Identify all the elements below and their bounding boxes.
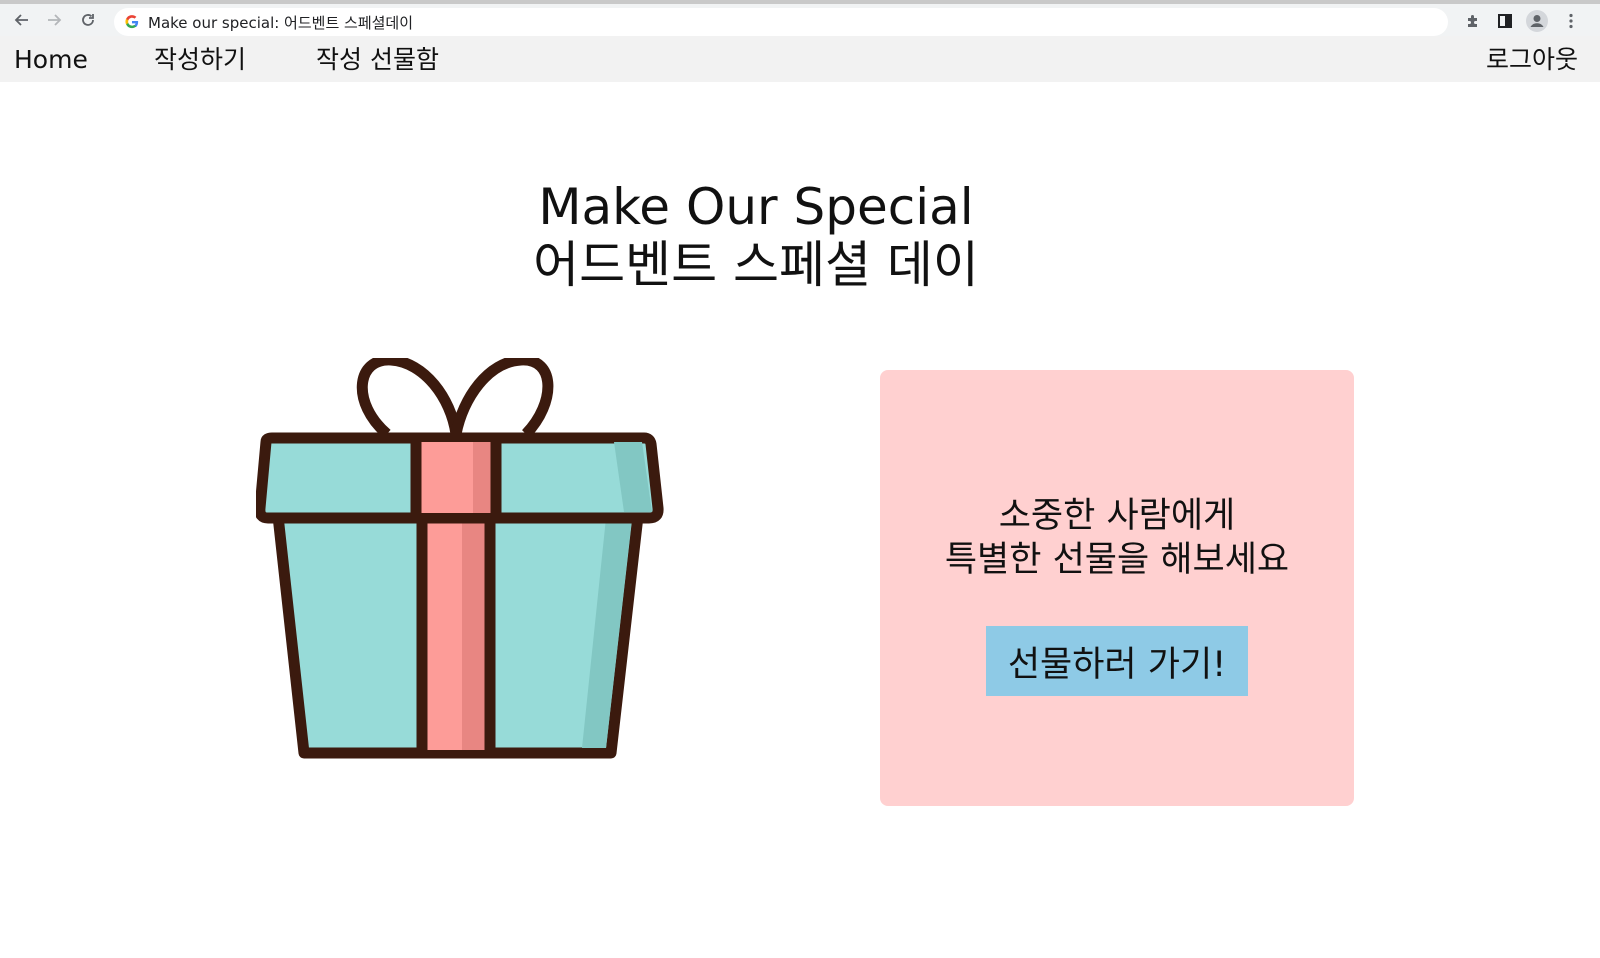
- gift-cta-card: 소중한 사람에게 특별한 선물을 해보세요 선물하러 가기!: [880, 370, 1354, 806]
- page-title-in-address-bar: Make our special: 어드벤트 스페셜데이: [148, 13, 414, 32]
- arrow-right-icon: [48, 14, 62, 26]
- side-panel-icon: [1498, 14, 1512, 28]
- go-gift-button[interactable]: 선물하러 가기!: [986, 626, 1248, 696]
- extensions-button[interactable]: [1462, 10, 1484, 32]
- browser-menu-button[interactable]: [1560, 10, 1582, 32]
- site-navbar: Home 작성하기 작성 선물함 로그아웃: [0, 36, 1600, 82]
- extension-puzzle-icon: [1468, 15, 1477, 27]
- profile-button[interactable]: [1526, 10, 1548, 32]
- nav-write-link[interactable]: 작성하기: [154, 44, 246, 76]
- reload-icon: [82, 14, 94, 26]
- gift-box-illustration: [256, 358, 664, 759]
- browser-toolbar: Make our special: 어드벤트 스페셜데이: [0, 4, 1600, 36]
- back-button[interactable]: [10, 8, 34, 32]
- cta-message: 소중한 사람에게 특별한 선물을 해보세요: [880, 494, 1354, 582]
- cta-message-line2: 특별한 선물을 해보세요: [944, 540, 1290, 580]
- google-icon: [124, 14, 140, 30]
- hero-title-korean: 어드벤트 스페셜 데이: [533, 236, 979, 294]
- cta-message-line1: 소중한 사람에게: [998, 496, 1236, 536]
- kebab-menu-icon: [1569, 13, 1573, 29]
- side-panel-button[interactable]: [1494, 10, 1516, 32]
- nav-giftbox-link[interactable]: 작성 선물함: [316, 44, 439, 76]
- address-bar[interactable]: Make our special: 어드벤트 스페셜데이: [114, 8, 1448, 36]
- nav-home-link[interactable]: Home: [14, 44, 88, 76]
- nav-logout-link[interactable]: 로그아웃: [1486, 44, 1578, 76]
- forward-button[interactable]: [42, 8, 66, 32]
- hero-title-english: Make Our Special: [538, 178, 974, 236]
- hero-title: Make Our Special 어드벤트 스페셜 데이: [0, 178, 1512, 294]
- reload-button[interactable]: [76, 8, 100, 32]
- profile-avatar-icon: [1526, 10, 1548, 32]
- arrow-left-icon: [14, 14, 28, 26]
